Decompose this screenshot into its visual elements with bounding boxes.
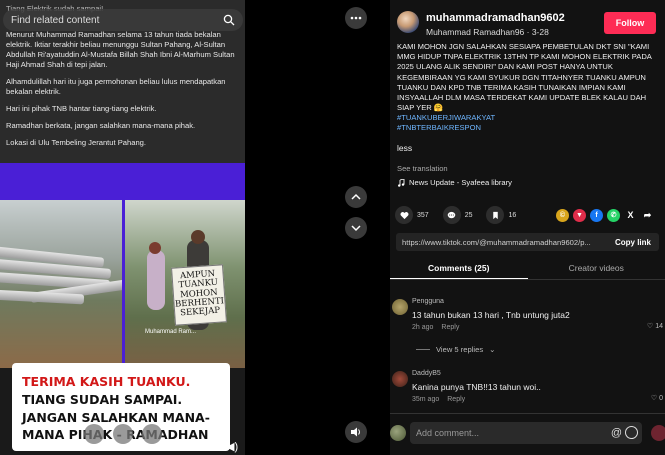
- view-replies-button[interactable]: View 5 replies ⌄: [416, 345, 496, 354]
- send-icon[interactable]: ▼: [573, 208, 586, 222]
- share-link-row: https://www.tiktok.com/@muhammadramadhan…: [396, 233, 659, 251]
- caption-paragraph-1: Menurut Muhammad Ramadhan selama 13 tahu…: [6, 30, 235, 70]
- bookmark-icon: [493, 211, 498, 219]
- handwritten-sign: AMPUN TUANKU MOHON BERHENTI SEKEJAP: [171, 264, 227, 326]
- avatar[interactable]: [392, 299, 408, 315]
- comment-item: DaddyB5 Kanina punya TNB!!13 tahun woi..…: [390, 368, 665, 412]
- next-video-button[interactable]: [345, 217, 367, 239]
- search-icon[interactable]: [223, 14, 235, 26]
- video-controls: [84, 424, 162, 444]
- description-text: KAMI MOHON JGN SALAHKAN SESIAPA PEMBETUL…: [397, 42, 652, 113]
- control-dot[interactable]: [142, 424, 162, 444]
- author-username[interactable]: muhammadramadhan9602: [426, 12, 565, 24]
- save-count: 16: [508, 211, 517, 219]
- see-translation-link[interactable]: See translation: [397, 164, 448, 173]
- avatar[interactable]: [392, 371, 408, 387]
- reply-button[interactable]: Reply: [447, 396, 465, 403]
- avatar[interactable]: [397, 11, 419, 33]
- caption-paragraph-4: Ramadhan berkata, jangan salahkan mana-m…: [6, 121, 196, 131]
- music-icon: [398, 178, 405, 187]
- emoji-icon[interactable]: [625, 426, 638, 439]
- reply-button[interactable]: Reply: [441, 324, 459, 331]
- photo-watermark: Muhammad Ram...: [145, 329, 197, 335]
- caption-paragraph-3: Hari ini pihak TNB hantar tiang-tiang el…: [6, 104, 157, 114]
- tab-comments[interactable]: Comments (25): [390, 258, 528, 279]
- volume-icon-small[interactable]: ◀): [226, 440, 238, 453]
- comment-author[interactable]: DaddyB5: [412, 370, 441, 377]
- comment-author[interactable]: Pengguna: [412, 298, 444, 305]
- hashtag-link[interactable]: #TNBTERBAIKRESPON: [397, 123, 659, 133]
- caption-paragraph-2: Alhamdulillah hari itu juga permohonan b…: [6, 77, 226, 97]
- comment-text: 13 tahun bukan 13 hari , Tnb untung juta…: [412, 310, 570, 320]
- comment-text: Kanina punya TNB!!13 tahun woi..: [412, 382, 541, 392]
- comment-input[interactable]: Add comment... @: [410, 422, 642, 444]
- comment-button[interactable]: 25: [442, 206, 473, 224]
- volume-button[interactable]: [345, 421, 367, 443]
- avatar: [390, 425, 406, 441]
- volume-icon: [351, 427, 360, 437]
- comments-tabs: Comments (25) Creator videos: [390, 258, 665, 280]
- copy-link-button[interactable]: Copy link: [607, 238, 659, 247]
- more-options-button[interactable]: [345, 7, 367, 29]
- comment-like[interactable]: ♡ 0: [651, 394, 663, 403]
- comment-count: 25: [464, 211, 473, 219]
- author-display-name: Muhammad Ramadhan96 · 3-28: [426, 27, 549, 37]
- like-button[interactable]: 357: [395, 206, 429, 224]
- less-toggle[interactable]: less: [397, 143, 412, 153]
- tab-creator-videos[interactable]: Creator videos: [528, 258, 665, 279]
- overlay-red-text: TERIMA KASIH TUANKU.: [22, 374, 191, 389]
- comment-composer: Add comment... @: [390, 413, 665, 455]
- find-related-search[interactable]: Find related content: [3, 9, 243, 31]
- comment-meta: 35m ago Reply: [412, 396, 466, 403]
- link-url-field[interactable]: https://www.tiktok.com/@muhammadramadhan…: [396, 238, 607, 247]
- save-button[interactable]: 16: [486, 206, 516, 224]
- chevron-up-icon: [351, 193, 361, 200]
- comment-like[interactable]: ♡ 14: [647, 322, 663, 331]
- video-player[interactable]: Tiang Elektrik sudah sampai! Menurut Muh…: [0, 0, 245, 455]
- control-dot[interactable]: [84, 424, 104, 444]
- share-options: © ▼ f ✆ X ➦: [556, 205, 654, 225]
- like-count: 357: [417, 211, 429, 219]
- post-comment-button[interactable]: [651, 425, 665, 441]
- photo-electric-poles: [0, 200, 122, 368]
- x-icon[interactable]: X: [624, 209, 637, 222]
- follow-button[interactable]: Follow: [604, 12, 656, 34]
- control-dot[interactable]: [113, 424, 133, 444]
- photo-man-with-sign: AMPUN TUANKU MOHON BERHENTI SEKEJAP Muha…: [125, 200, 245, 368]
- post-details-panel: muhammadramadhan9602 Muhammad Ramadhan96…: [390, 0, 665, 455]
- heart-icon: [400, 211, 408, 219]
- chevron-down-icon: [351, 225, 361, 232]
- share-icon[interactable]: ©: [556, 208, 569, 222]
- music-title: News Update - Syafeea library: [409, 178, 512, 187]
- music-link[interactable]: News Update - Syafeea library: [397, 178, 512, 187]
- comment-icon: [447, 211, 456, 218]
- share-arrow-icon[interactable]: ➦: [641, 209, 654, 222]
- facebook-icon[interactable]: f: [590, 208, 603, 222]
- more-icon: [350, 16, 362, 20]
- comment-item: Pengguna 13 tahun bukan 13 hari , Tnb un…: [390, 296, 665, 340]
- comment-meta: 2h ago Reply: [412, 324, 460, 331]
- search-placeholder: Find related content: [11, 14, 100, 26]
- caption-paragraph-5: Lokasi di Ulu Tembeling Jerantut Pahang.: [6, 138, 147, 148]
- navigation-strip: [245, 0, 390, 455]
- post-description: KAMI MOHON JGN SALAHKAN SESIAPA PEMBETUL…: [397, 42, 659, 134]
- hashtag-link[interactable]: #TUANKUBERJIWARAKYAT: [397, 113, 659, 123]
- whatsapp-icon[interactable]: ✆: [607, 208, 620, 222]
- previous-video-button[interactable]: [345, 186, 367, 208]
- engagement-bar: 357 25 16 © ▼ f ✆ X ➦: [395, 205, 660, 225]
- mention-icon[interactable]: @: [611, 422, 622, 444]
